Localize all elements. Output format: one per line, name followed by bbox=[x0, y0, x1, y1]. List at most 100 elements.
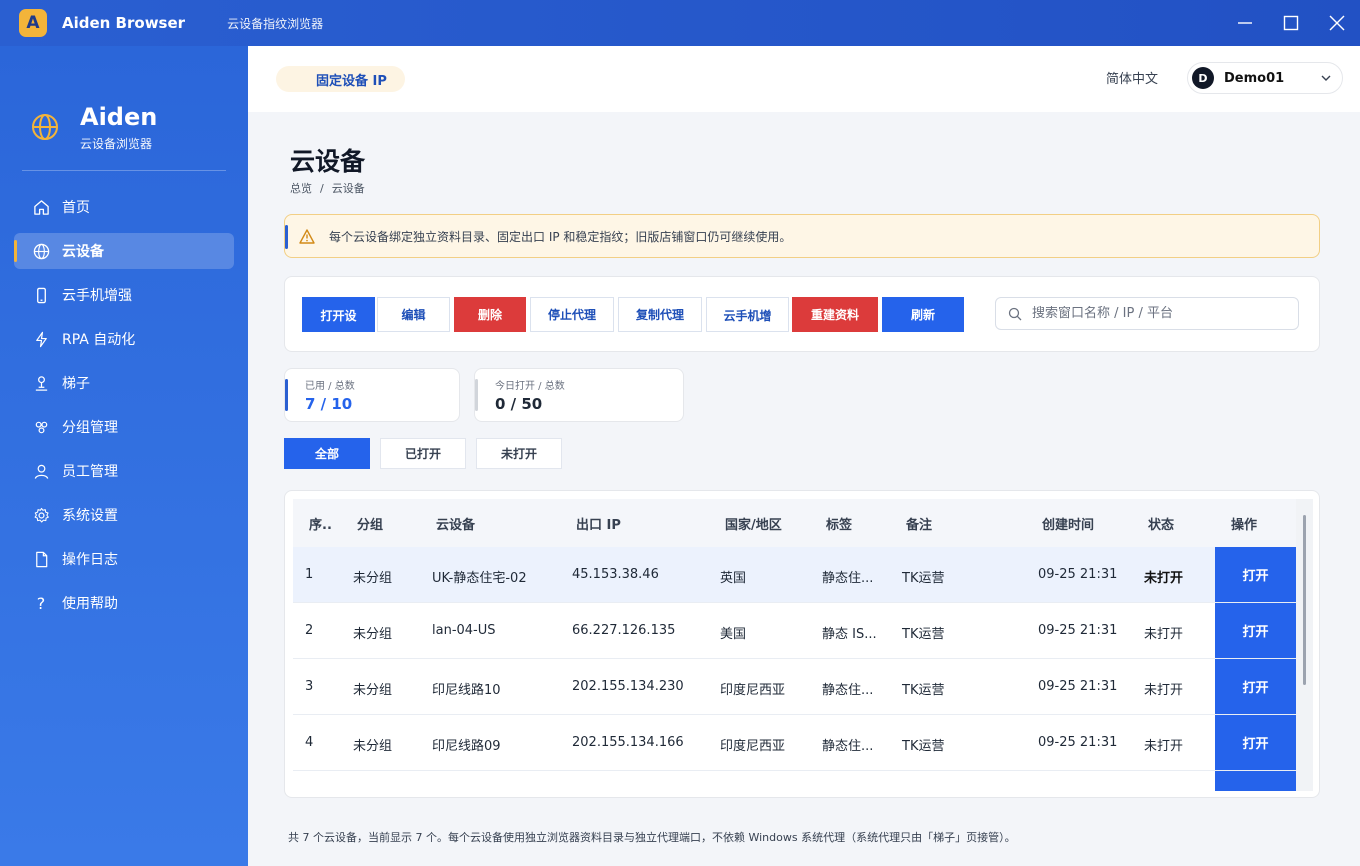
cell-status: 未打开 bbox=[1144, 739, 1184, 754]
sidebar-item-cloud-device[interactable]: 云设备 bbox=[14, 233, 234, 269]
cell-ip: 202.155.134.230 bbox=[572, 679, 684, 694]
stat-today-open: 今日打开 / 总数 0 / 50 bbox=[474, 368, 684, 422]
cell-group: 未分组 bbox=[353, 627, 393, 642]
ladder-icon bbox=[32, 374, 50, 392]
sidebar-item-label: 梯子 bbox=[62, 376, 90, 392]
column-header-device[interactable]: 云设备 bbox=[436, 514, 475, 533]
close-icon bbox=[1329, 15, 1345, 31]
column-header-created[interactable]: 创建时间 bbox=[1042, 514, 1094, 533]
scrollbar-thumb[interactable] bbox=[1303, 515, 1306, 685]
cell-note: TK运营 bbox=[902, 571, 945, 586]
column-header-country[interactable]: 国家/地区 bbox=[725, 514, 782, 533]
column-header-index[interactable]: 序.. bbox=[309, 514, 332, 533]
table-scrollbar[interactable] bbox=[1296, 499, 1313, 791]
open-row-button-partial[interactable] bbox=[1215, 771, 1296, 791]
warning-icon bbox=[299, 228, 315, 244]
stat-label: 已用 / 总数 bbox=[305, 381, 355, 392]
cell-device: 印尼线路09 bbox=[432, 739, 501, 754]
minimize-button[interactable] bbox=[1222, 0, 1268, 46]
cell-index: 2 bbox=[305, 623, 314, 638]
close-button[interactable] bbox=[1314, 0, 1360, 46]
sidebar-item-rpa[interactable]: RPA 自动化 bbox=[14, 321, 234, 357]
stop-proxy-button[interactable]: 停止代理 bbox=[530, 297, 614, 332]
footer-note: 共 7 个云设备，当前显示 7 个。每个云设备使用独立浏览器资料目录与独立代理端… bbox=[288, 831, 1016, 844]
cell-status: 未打开 bbox=[1144, 683, 1184, 698]
table-row[interactable]: 3 未分组 印尼线路10 202.155.134.230 印度尼西亚 静态住..… bbox=[293, 659, 1296, 715]
stat-value: 0 / 50 bbox=[495, 395, 543, 413]
table-row[interactable]: 4 未分组 印尼线路09 202.155.134.166 印度尼西亚 静态住..… bbox=[293, 715, 1296, 771]
column-header-status[interactable]: 状态 bbox=[1148, 514, 1174, 533]
cell-tag: 静态住... bbox=[822, 739, 874, 754]
sidebar-item-staff[interactable]: 员工管理 bbox=[14, 453, 234, 489]
app-subtitle: 云设备指纹浏览器 bbox=[227, 16, 324, 31]
sidebar-item-settings[interactable]: 系统设置 bbox=[14, 497, 234, 533]
table-row[interactable]: 2 未分组 lan-04-US 66.227.126.135 美国 静态 IS.… bbox=[293, 603, 1296, 659]
globe-icon bbox=[32, 242, 50, 260]
home-icon bbox=[32, 198, 50, 216]
search-box[interactable] bbox=[995, 297, 1299, 330]
document-icon bbox=[32, 550, 50, 568]
cell-tag: 静态住... bbox=[822, 683, 874, 698]
cell-ip: 202.155.134.166 bbox=[572, 735, 684, 750]
breadcrumb-item[interactable]: 总览 bbox=[290, 182, 312, 195]
user-menu[interactable]: D Demo01 bbox=[1187, 62, 1343, 94]
stat-used: 已用 / 总数 7 / 10 bbox=[284, 368, 460, 422]
cell-country: 印度尼西亚 bbox=[720, 683, 786, 698]
cell-note: TK运营 bbox=[902, 739, 945, 754]
maximize-button[interactable] bbox=[1268, 0, 1314, 46]
search-icon bbox=[1008, 307, 1022, 320]
brand: Aiden 云设备浏览器 bbox=[0, 46, 248, 170]
sidebar-item-help[interactable]: ? 使用帮助 bbox=[14, 585, 234, 621]
title-bar: A Aiden Browser 云设备指纹浏览器 bbox=[0, 0, 1360, 46]
sidebar-nav: 首页 云设备 云手机增强 RPA 自动化 梯子 分组管理 员工管理 系统设置 操… bbox=[0, 189, 248, 621]
open-row-button[interactable]: 打开 bbox=[1215, 715, 1296, 770]
cell-created: 09-25 21:31 bbox=[1038, 735, 1118, 750]
sidebar-item-label: 首页 bbox=[62, 200, 90, 216]
sidebar-item-ladder[interactable]: 梯子 bbox=[14, 365, 234, 401]
open-row-button[interactable]: 打开 bbox=[1215, 547, 1296, 602]
filter-tab-all[interactable]: 全部 bbox=[284, 438, 370, 469]
refresh-button[interactable]: 刷新 bbox=[882, 297, 964, 332]
cell-country: 印度尼西亚 bbox=[720, 739, 786, 754]
cell-note: TK运营 bbox=[902, 627, 945, 642]
page-title: 云设备 bbox=[290, 147, 366, 176]
sidebar-item-label: 员工管理 bbox=[62, 464, 118, 480]
column-header-note[interactable]: 备注 bbox=[906, 514, 932, 533]
cell-created: 09-25 21:31 bbox=[1038, 679, 1118, 694]
delete-button[interactable]: 删除 bbox=[454, 297, 526, 332]
cell-index: 4 bbox=[305, 735, 314, 750]
column-header-group[interactable]: 分组 bbox=[357, 514, 383, 533]
sidebar-item-logs[interactable]: 操作日志 bbox=[14, 541, 234, 577]
open-row-button[interactable]: 打开 bbox=[1215, 659, 1296, 714]
stat-label: 今日打开 / 总数 bbox=[495, 381, 565, 392]
avatar: D bbox=[1192, 67, 1214, 89]
rebuild-profile-button[interactable]: 重建资料 bbox=[792, 297, 878, 332]
column-header-ip[interactable]: 出口 IP bbox=[576, 514, 621, 533]
filter-tab-closed[interactable]: 未打开 bbox=[476, 438, 562, 469]
open-device-button[interactable]: 打开设 bbox=[302, 297, 375, 332]
cell-created: 09-25 21:31 bbox=[1038, 623, 1118, 638]
cell-device: 印尼线路10 bbox=[432, 683, 501, 698]
edit-button[interactable]: 编辑 bbox=[377, 297, 450, 332]
cell-group: 未分组 bbox=[353, 571, 393, 586]
column-header-tag[interactable]: 标签 bbox=[826, 514, 852, 533]
sidebar-item-home[interactable]: 首页 bbox=[14, 189, 234, 225]
filter-tab-opened[interactable]: 已打开 bbox=[380, 438, 466, 469]
table-row[interactable]: 1 未分组 UK-静态住宅-02 45.153.38.46 英国 静态住... … bbox=[293, 547, 1296, 603]
open-row-button[interactable]: 打开 bbox=[1215, 603, 1296, 658]
notice-banner: 每个云设备绑定独立资料目录、固定出口 IP 和稳定指纹；旧版店铺窗口仍可继续使用… bbox=[284, 214, 1320, 258]
cell-country: 英国 bbox=[720, 571, 747, 586]
app-logo: A bbox=[19, 9, 47, 37]
search-input[interactable] bbox=[1032, 306, 1282, 321]
sidebar-item-groups[interactable]: 分组管理 bbox=[14, 409, 234, 445]
cell-index: 1 bbox=[305, 567, 314, 582]
sidebar-item-cloud-phone[interactable]: 云手机增强 bbox=[14, 277, 234, 313]
copy-proxy-button[interactable]: 复制代理 bbox=[618, 297, 702, 332]
chevron-down-icon bbox=[1321, 75, 1331, 81]
language-selector[interactable]: 简体中文 bbox=[1106, 68, 1158, 87]
breadcrumb: 总览 / 云设备 bbox=[290, 180, 365, 196]
cloud-phone-button[interactable]: 云手机增 bbox=[706, 297, 789, 332]
sidebar-item-label: 分组管理 bbox=[62, 420, 118, 436]
sidebar-divider bbox=[22, 170, 226, 171]
fixed-ip-badge[interactable]: 固定设备 IP bbox=[276, 66, 405, 92]
